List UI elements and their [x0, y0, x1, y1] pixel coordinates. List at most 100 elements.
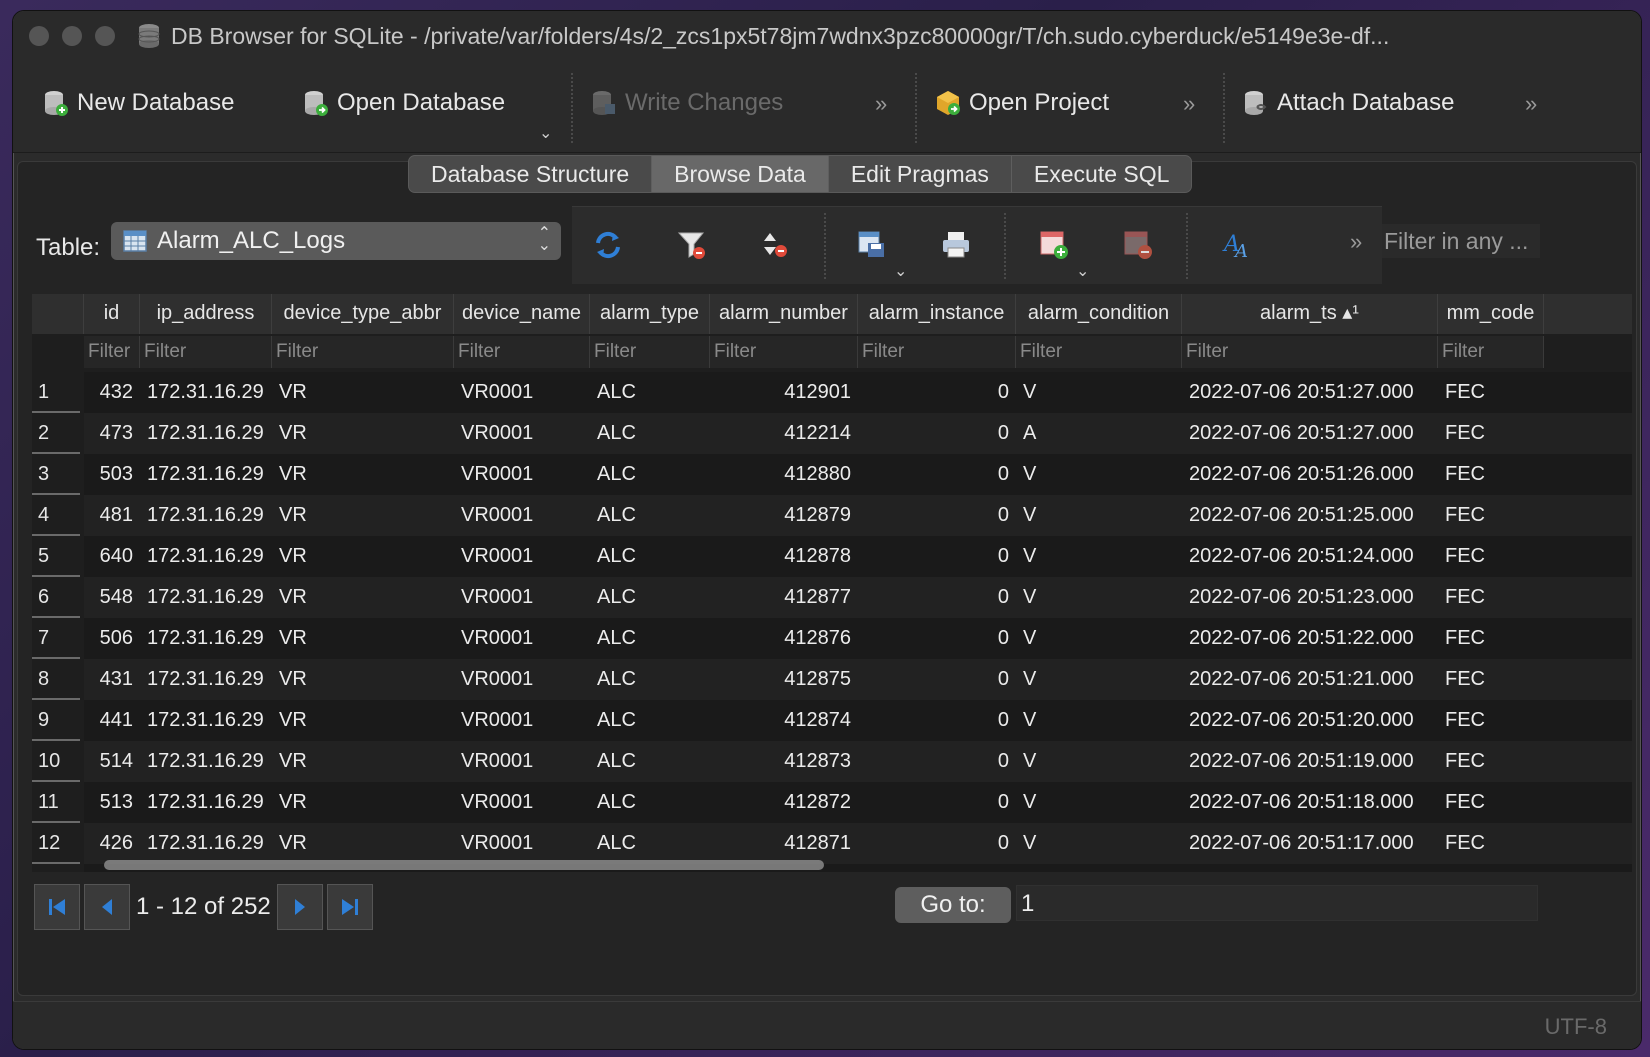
cell-device-type-abbr[interactable]: VR [272, 577, 454, 618]
cell-alarm-condition[interactable]: V [1016, 782, 1182, 823]
cell-device-name[interactable]: VR0001 [454, 454, 590, 495]
table-row[interactable]: 503 172.31.16.29 VR VR0001 ALC 412880 0 V 2022-0… [84, 454, 1632, 495]
cell-alarm-condition[interactable]: V [1016, 618, 1182, 659]
cell-alarm-condition[interactable]: V [1016, 577, 1182, 618]
table-row[interactable]: 431 172.31.16.29 VR VR0001 ALC 412875 0 V 2022-0… [84, 659, 1632, 700]
row-number[interactable]: 13 [32, 864, 80, 872]
cell-ip-address[interactable]: 172.31.16.29 [140, 700, 272, 741]
row-number[interactable]: 4 [32, 495, 80, 536]
cell-alarm-ts[interactable]: 2022-07-06 20:51:16.000 [1182, 864, 1438, 872]
cell-ip-address[interactable]: 172.31.16.29 [140, 823, 272, 864]
cell-device-name[interactable]: VR0001 [454, 413, 590, 454]
cell-device-name[interactable]: VR0001 [454, 741, 590, 782]
table-row[interactable]: 514 172.31.16.29 VR VR0001 ALC 412873 0 V 2022-0… [84, 741, 1632, 782]
cell-alarm-number[interactable]: 412877 [710, 577, 858, 618]
cell-alarm-type[interactable]: ALC [590, 700, 710, 741]
cell-alarm-type[interactable]: ALC [590, 577, 710, 618]
cell-alarm-instance[interactable]: 0 [858, 782, 1016, 823]
row-number[interactable]: 1 [32, 372, 80, 413]
filter-alarm-number[interactable]: Filter [710, 336, 858, 368]
cell-alarm-type[interactable]: ALC [590, 782, 710, 823]
cell-id[interactable]: 431 [84, 659, 140, 700]
cell-device-name[interactable]: VR0001 [454, 536, 590, 577]
new-database-button[interactable]: New Database [43, 83, 234, 123]
column-header-mm-code[interactable]: mm_code [1438, 294, 1544, 334]
toolbar-overflow-chevron-2[interactable]: » [1183, 91, 1195, 117]
cell-alarm-ts[interactable]: 2022-07-06 20:51:26.000 [1182, 454, 1438, 495]
last-page-button[interactable] [326, 884, 373, 930]
cell-mm-code[interactable]: FEC [1438, 454, 1544, 495]
clear-filters-icon[interactable] [676, 229, 708, 261]
font-settings-icon[interactable]: A A [1222, 229, 1254, 261]
table-row[interactable]: 548 172.31.16.29 VR VR0001 ALC 412877 0 V 2022-0… [84, 577, 1632, 618]
data-toolbar-overflow-chevron[interactable]: » [1350, 229, 1362, 255]
row-number[interactable]: 11 [32, 782, 80, 823]
first-page-button[interactable] [34, 884, 80, 930]
cell-alarm-number[interactable]: 412873 [710, 741, 858, 782]
cell-alarm-instance[interactable]: 0 [858, 495, 1016, 536]
maximize-window-button[interactable] [95, 26, 115, 46]
cell-alarm-number[interactable]: 412876 [710, 618, 858, 659]
row-number[interactable]: 5 [32, 536, 80, 577]
cell-device-name[interactable]: VR0001 [454, 372, 590, 413]
cell-mm-code[interactable]: FEC [1438, 413, 1544, 454]
cell-alarm-type[interactable]: ALC [590, 659, 710, 700]
toolbar-overflow-chevron[interactable]: » [875, 91, 887, 117]
cell-id[interactable]: 432 [84, 372, 140, 413]
column-header-alarm-condition[interactable]: alarm_condition [1016, 294, 1182, 334]
column-header-alarm-instance[interactable]: alarm_instance [858, 294, 1016, 334]
cell-device-type-abbr[interactable]: VR [272, 823, 454, 864]
open-project-button[interactable]: Open Project [935, 83, 1109, 123]
next-page-button[interactable] [276, 884, 323, 930]
cell-ip-address[interactable]: 172.31.16.29 [140, 495, 272, 536]
cell-alarm-ts[interactable]: 2022-07-06 20:51:22.000 [1182, 618, 1438, 659]
cell-id[interactable]: 640 [84, 536, 140, 577]
table-row[interactable]: 506 172.31.16.29 VR VR0001 ALC 412876 0 V 2022-0… [84, 618, 1632, 659]
go-to-button[interactable]: Go to: [895, 887, 1011, 923]
row-number[interactable]: 9 [32, 700, 80, 741]
cell-alarm-type[interactable]: ALC [590, 823, 710, 864]
cell-alarm-ts[interactable]: 2022-07-06 20:51:27.000 [1182, 413, 1438, 454]
cell-device-type-abbr[interactable]: VR [272, 495, 454, 536]
open-database-dropdown[interactable]: ⌄ [539, 123, 552, 143]
insert-record-icon[interactable] [1038, 229, 1070, 261]
cell-device-type-abbr[interactable]: VR [272, 536, 454, 577]
cell-id[interactable]: 513 [84, 782, 140, 823]
cell-mm-code[interactable]: FEC [1438, 864, 1544, 872]
cell-alarm-type[interactable]: ALC [590, 454, 710, 495]
cell-device-type-abbr[interactable]: VR [272, 741, 454, 782]
filter-alarm-ts[interactable]: Filter [1182, 336, 1438, 368]
cell-alarm-condition[interactable]: V [1016, 659, 1182, 700]
cell-device-type-abbr[interactable]: VR [272, 372, 454, 413]
cell-alarm-instance[interactable]: 0 [858, 372, 1016, 413]
filter-ip-address[interactable]: Filter [140, 336, 272, 368]
table-row[interactable]: 640 172.31.16.29 VR VR0001 ALC 412878 0 V 2022-0… [84, 536, 1632, 577]
cell-alarm-type[interactable]: ALC [590, 413, 710, 454]
close-window-button[interactable] [29, 26, 49, 46]
delete-record-icon[interactable] [1122, 229, 1154, 261]
cell-alarm-condition[interactable]: V [1016, 741, 1182, 782]
row-number[interactable]: 8 [32, 659, 80, 700]
filter-alarm-instance[interactable]: Filter [858, 336, 1016, 368]
filter-any-column-input[interactable]: Filter in any ... [1382, 224, 1540, 258]
cell-alarm-number[interactable]: 412878 [710, 536, 858, 577]
cell-alarm-type[interactable]: ALC [590, 741, 710, 782]
filter-device-type-abbr[interactable]: Filter [272, 336, 454, 368]
cell-alarm-condition[interactable]: V [1016, 864, 1182, 872]
cell-ip-address[interactable]: 172.31.16.29 [140, 454, 272, 495]
cell-alarm-ts[interactable]: 2022-07-06 20:51:19.000 [1182, 741, 1438, 782]
cell-alarm-ts[interactable]: 2022-07-06 20:51:27.000 [1182, 372, 1438, 413]
cell-mm-code[interactable]: FEC [1438, 495, 1544, 536]
cell-alarm-condition[interactable]: V [1016, 495, 1182, 536]
save-table-icon[interactable] [856, 229, 888, 261]
go-to-input[interactable]: 1 [1016, 885, 1538, 921]
cell-mm-code[interactable]: FEC [1438, 823, 1544, 864]
cell-alarm-instance[interactable]: 0 [858, 823, 1016, 864]
cell-alarm-instance[interactable]: 0 [858, 659, 1016, 700]
column-header-device-name[interactable]: device_name [454, 294, 590, 334]
cell-mm-code[interactable]: FEC [1438, 618, 1544, 659]
tab-execute-sql[interactable]: Execute SQL [1012, 156, 1192, 192]
cell-alarm-condition[interactable]: V [1016, 372, 1182, 413]
cell-device-type-abbr[interactable]: VR [272, 659, 454, 700]
filter-device-name[interactable]: Filter [454, 336, 590, 368]
